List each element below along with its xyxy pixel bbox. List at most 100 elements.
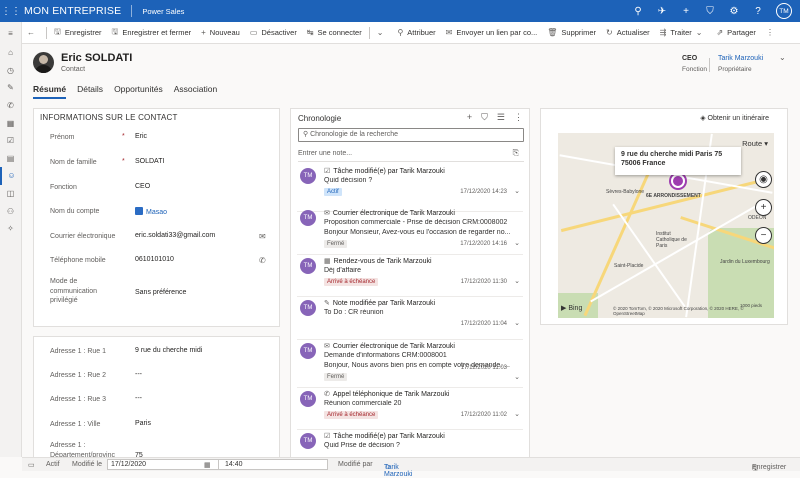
location-pin-icon[interactable]: [671, 174, 685, 188]
directions-link[interactable]: ◈ Obtenir un itinéraire: [700, 114, 769, 122]
header-expand-icon[interactable]: ⌄: [779, 53, 786, 62]
more-commands-button[interactable]: ⋮: [761, 22, 783, 44]
share-button[interactable]: ⇗ Partager: [711, 22, 760, 44]
timeline-item[interactable]: TM ✎ Note modifiée par Tarik Marzouki To …: [291, 298, 529, 340]
recent-icon[interactable]: ◷: [0, 62, 21, 80]
timeline-item[interactable]: TM ✉ Courrier électronique de Tarik Marzo…: [291, 341, 529, 388]
save-button[interactable]: 🖫 Enregistrer: [49, 22, 107, 44]
appointment-icon: ▦: [324, 258, 331, 265]
timeline-item[interactable]: TM ☑ Tâche modifié(e) par Tarik Marzouki …: [291, 166, 529, 212]
map-copyright: © 2020 TomTom, © 2020 Microsoft Corporat…: [613, 306, 744, 316]
timeline-item[interactable]: TM ✆ Appel téléphonique de Tarik Marzouki…: [291, 389, 529, 430]
record-status: Actif: [46, 461, 60, 468]
task-icon[interactable]: ☑: [0, 132, 21, 150]
zoom-in-button[interactable]: +: [755, 199, 772, 216]
user-avatar[interactable]: TM: [776, 3, 792, 19]
filter-icon[interactable]: ⛉: [481, 112, 488, 123]
header-owner-link[interactable]: Tarik Marzouki: [718, 55, 763, 62]
filter-icon[interactable]: ⛉: [698, 6, 722, 17]
map-view[interactable]: 6E ARRONDISSEMENT ODEON Jardin du Luxemb…: [558, 133, 774, 318]
record-header: Eric SOLDATI Contact CEO Fonction Tarik …: [22, 44, 800, 84]
app-launcher-icon[interactable]: ⋮⋮: [0, 0, 22, 22]
new-icon[interactable]: +: [674, 6, 698, 17]
note-input[interactable]: Entrer une note...: [298, 150, 352, 157]
timeline-title: Chronologie: [298, 114, 342, 123]
chevron-down-icon[interactable]: ⌄: [514, 373, 520, 381]
send-email-icon[interactable]: ✉: [259, 232, 266, 241]
call-icon[interactable]: ✆: [259, 256, 266, 265]
tools-icon[interactable]: ✧: [0, 220, 21, 238]
assistant-icon[interactable]: ✈: [650, 6, 674, 17]
map-style-select[interactable]: Route ▾: [742, 139, 768, 148]
accounts-icon[interactable]: ▤: [0, 150, 21, 168]
command-bar: ← 🖫 Enregistrer 🖫 Enregistrer et fermer + N…: [22, 22, 800, 44]
home-icon[interactable]: ⌂: [0, 44, 21, 62]
back-button[interactable]: ←: [22, 22, 44, 44]
share-icon: ⇗: [716, 28, 724, 37]
org-icon[interactable]: ⚇: [0, 202, 21, 220]
more-icon[interactable]: ⋮: [514, 112, 523, 123]
status-badge: Actif: [324, 188, 342, 196]
timeline-item[interactable]: TM ☑ Tâche modifié(e) par Tarik Marzouki …: [291, 431, 529, 458]
status-badge: Arrivé à échéance: [324, 278, 379, 286]
left-nav: ≡ ⌂ ◷ ✎ ✆ ▦ ☑ ▤ ☺ ◫ ⚇ ✧: [0, 22, 22, 457]
avatar: TM: [300, 391, 316, 407]
refresh-button[interactable]: ↻ Actualiser: [601, 22, 655, 44]
section-title: INFORMATIONS SUR LE CONTACT: [40, 113, 178, 122]
new-button[interactable]: + Nouveau: [196, 22, 245, 44]
header-job-title-label: Fonction: [682, 66, 707, 73]
opportunities-icon[interactable]: ◫: [0, 185, 21, 203]
save-close-button[interactable]: 🖫 Enregistrer et fermer: [107, 22, 197, 44]
phone-call-icon: ✆: [324, 391, 330, 398]
chevron-down-icon[interactable]: ⌄: [514, 239, 520, 247]
phone-icon[interactable]: ✆: [0, 97, 21, 115]
task-icon: ☑: [324, 168, 331, 175]
status-bar: ▭ Actif Modifié le 17/12/2020 ▦ 14:40 Mo…: [22, 457, 800, 478]
refresh-icon: ↻: [606, 28, 613, 37]
email-link-button[interactable]: ✉ Envoyer un lien par co...: [441, 22, 543, 44]
connect-icon: ↹: [306, 28, 314, 37]
sort-icon[interactable]: ☰: [497, 112, 505, 123]
tab-association[interactable]: Association: [174, 84, 217, 99]
save-close-icon: 🖫: [111, 26, 119, 36]
save-icon: 🖫: [54, 26, 61, 36]
avatar: TM: [300, 300, 316, 316]
contact-info-section: INFORMATIONS SUR LE CONTACT Prénom * Eri…: [33, 108, 280, 327]
settings-icon[interactable]: ⚙: [722, 6, 746, 17]
connect-dropdown[interactable]: ⌄: [372, 22, 393, 44]
timeline-search-input[interactable]: ⚲ Chronologie de la recherche: [298, 128, 524, 142]
chevron-down-icon[interactable]: ⌄: [514, 277, 520, 285]
brand-name: MON ENTREPRISE: [24, 5, 122, 17]
help-icon[interactable]: ?: [746, 6, 770, 17]
form-tabs: Résumé Détails Opportunités Association: [22, 84, 800, 104]
chevron-down-icon[interactable]: ⌄: [514, 410, 520, 418]
add-activity-icon[interactable]: +: [467, 112, 472, 123]
deactivate-button[interactable]: ▭ Désactiver: [245, 22, 302, 44]
header-job-title: CEO: [682, 55, 698, 62]
tab-opportunities[interactable]: Opportunités: [114, 84, 163, 99]
status-badge: Fermé: [324, 373, 348, 381]
timeline-item[interactable]: TM ✉ Courrier électronique de Tarik Marzo…: [291, 208, 529, 255]
zoom-out-button[interactable]: −: [755, 227, 772, 244]
calendar-icon[interactable]: ▦: [0, 114, 21, 132]
chevron-down-icon[interactable]: ⌄: [514, 319, 520, 327]
chevron-down-icon[interactable]: ⌄: [514, 187, 520, 195]
attachment-icon[interactable]: ⎘: [513, 148, 519, 158]
delete-button[interactable]: 🗑 Supprimer: [542, 22, 601, 44]
connect-button[interactable]: ↹ Se connecter: [302, 22, 367, 44]
app-name[interactable]: Power Sales: [142, 7, 184, 16]
timeline-item[interactable]: TM ▦ Rendez-vous de Tarik Marzouki Déj d'…: [291, 256, 529, 297]
contacts-icon[interactable]: ☺: [0, 167, 21, 185]
locate-me-button[interactable]: ◉: [755, 171, 772, 188]
pin-icon[interactable]: ✎: [0, 79, 21, 97]
header-owner-label: Propriétaire: [718, 66, 752, 73]
tab-details[interactable]: Détails: [77, 84, 103, 99]
calendar-icon[interactable]: ▦: [204, 461, 211, 469]
tab-summary[interactable]: Résumé: [33, 84, 67, 99]
record-name: Eric SOLDATI: [61, 52, 133, 64]
avatar: TM: [300, 433, 316, 449]
menu-icon[interactable]: ≡: [0, 22, 21, 44]
flow-button[interactable]: ⇶ Traiter ⌄: [655, 22, 712, 44]
assign-button[interactable]: ⚲ Attribuer: [392, 22, 440, 44]
search-icon[interactable]: ⚲: [626, 6, 650, 17]
